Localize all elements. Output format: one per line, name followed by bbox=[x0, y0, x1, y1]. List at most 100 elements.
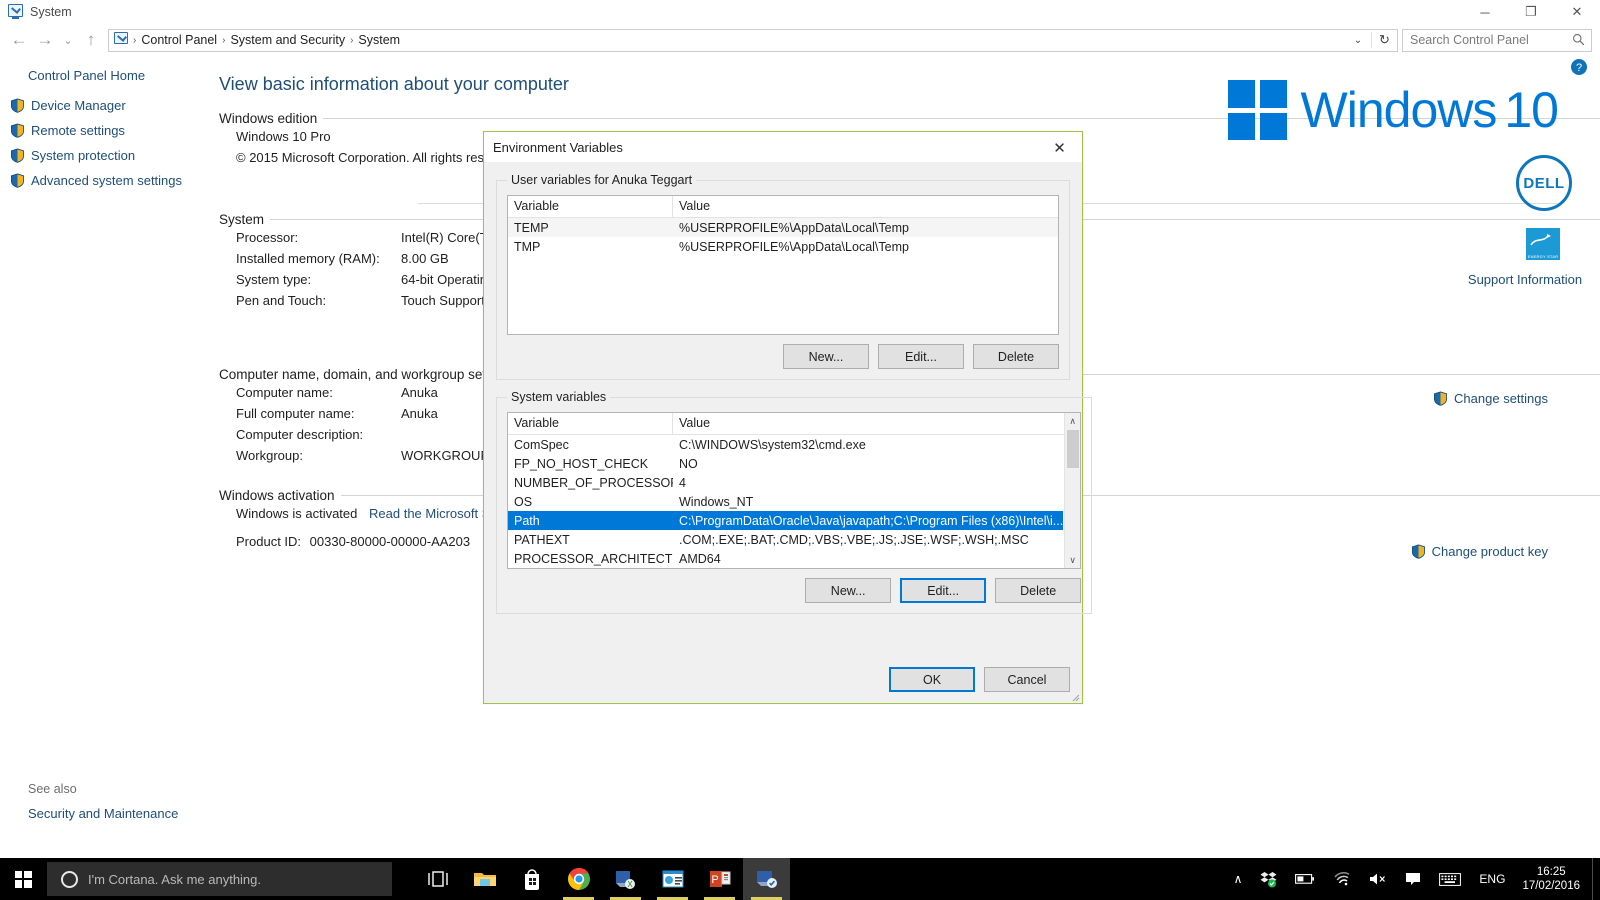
breadcrumb-item-control-panel[interactable]: Control Panel bbox=[137, 30, 221, 51]
excel-icon[interactable]: X bbox=[602, 858, 649, 900]
address-bar: ← → ⌄ ↑ › Control Panel › System and Sec… bbox=[0, 24, 1600, 56]
breadcrumb[interactable]: › Control Panel › System and Security › … bbox=[108, 28, 1398, 52]
table-row[interactable]: NUMBER_OF_PROCESSORS 4 bbox=[508, 473, 1063, 492]
section-title: Windows activation bbox=[219, 488, 335, 503]
column-header-variable[interactable]: Variable bbox=[508, 413, 673, 434]
change-settings-link[interactable]: Change settings bbox=[1433, 391, 1548, 406]
breadcrumb-monitor-icon bbox=[114, 32, 130, 48]
scroll-down-icon[interactable]: ∨ bbox=[1065, 552, 1080, 568]
navigation-buttons: ← → ⌄ ↑ bbox=[6, 27, 104, 53]
list-scrollbar[interactable]: ∧ ∨ bbox=[1064, 413, 1081, 568]
row-value: 8.00 GB bbox=[401, 251, 449, 266]
table-row[interactable]: OS Windows_NT bbox=[508, 492, 1063, 511]
ok-button[interactable]: OK bbox=[889, 667, 975, 692]
minimize-button[interactable]: ─ bbox=[1462, 0, 1508, 24]
show-desktop-button[interactable] bbox=[1592, 858, 1600, 900]
shield-icon bbox=[1411, 544, 1425, 559]
dialog-close-button[interactable]: ✕ bbox=[1037, 132, 1082, 163]
system-variables-list[interactable]: Variable Value ComSpec C:\WINDOWS\system… bbox=[507, 412, 1082, 569]
cell-value: NO bbox=[679, 456, 698, 471]
window-titlebar: System ─ ❐ ✕ bbox=[0, 0, 1600, 24]
wifi-icon[interactable] bbox=[1324, 858, 1360, 900]
clock-time: 16:25 bbox=[1536, 865, 1566, 878]
table-row-selected[interactable]: Path C:\ProgramData\Oracle\Java\javapath… bbox=[508, 511, 1064, 530]
start-button[interactable] bbox=[0, 858, 46, 900]
breadcrumb-actions: ⌄ ↻ bbox=[1345, 30, 1397, 51]
scrollbar-thumb[interactable] bbox=[1067, 430, 1080, 468]
sidebar-item-advanced-system-settings[interactable]: Advanced system settings bbox=[0, 168, 210, 193]
system-properties-icon[interactable] bbox=[743, 858, 790, 900]
column-header-variable[interactable]: Variable bbox=[508, 196, 673, 217]
activation-status: Windows is activated bbox=[236, 506, 358, 521]
clock[interactable]: 16:25 17/02/2016 bbox=[1514, 858, 1592, 900]
system-delete-button[interactable]: Delete bbox=[995, 578, 1082, 603]
sidebar-item-remote-settings[interactable]: Remote settings bbox=[0, 118, 210, 143]
product-id-value: 00330-80000-00000-AA203 bbox=[309, 534, 471, 549]
list-header: Variable Value bbox=[508, 413, 1081, 435]
system-monitor-icon bbox=[8, 4, 24, 20]
breadcrumb-item-system-and-security[interactable]: System and Security bbox=[226, 30, 349, 51]
cell-variable: PATHEXT bbox=[514, 532, 570, 547]
system-new-button[interactable]: New... bbox=[805, 578, 892, 603]
refresh-icon[interactable]: ↻ bbox=[1371, 32, 1397, 48]
user-variables-list[interactable]: Variable Value TEMP %USERPROFILE%\AppDat… bbox=[507, 195, 1059, 335]
sidebar-item-control-panel-home[interactable]: Control Panel Home bbox=[0, 62, 210, 83]
volume-muted-icon[interactable] bbox=[1360, 858, 1396, 900]
user-variables-group: User variables for Anuka Teggart Variabl… bbox=[496, 173, 1070, 380]
svg-text:X: X bbox=[627, 880, 633, 889]
up-button[interactable]: ↑ bbox=[78, 27, 104, 53]
sidebar-item-device-manager[interactable]: Device Manager bbox=[0, 93, 210, 118]
dropbox-icon[interactable] bbox=[1251, 858, 1286, 900]
touch-keyboard-icon[interactable] bbox=[1430, 858, 1470, 900]
column-header-value[interactable]: Value bbox=[673, 413, 1080, 434]
cell-variable: PROCESSOR_ARCHITECTURE bbox=[514, 551, 673, 566]
cell-value: Windows_NT bbox=[679, 494, 754, 509]
sidebar-item-system-protection[interactable]: System protection bbox=[0, 143, 210, 168]
table-row[interactable]: TEMP %USERPROFILE%\AppData\Local\Temp bbox=[508, 218, 1058, 237]
row-label: Installed memory (RAM): bbox=[236, 251, 380, 266]
search-box[interactable] bbox=[1402, 28, 1592, 52]
resize-grip-icon[interactable] bbox=[1070, 692, 1080, 702]
cancel-button[interactable]: Cancel bbox=[984, 667, 1070, 692]
table-row[interactable]: TMP %USERPROFILE%\AppData\Local\Temp bbox=[508, 237, 1058, 256]
user-new-button[interactable]: New... bbox=[783, 344, 869, 369]
search-input[interactable] bbox=[1403, 29, 1591, 51]
breadcrumb-item-system[interactable]: System bbox=[354, 30, 404, 51]
dialog-body: User variables for Anuka Teggart Variabl… bbox=[484, 163, 1093, 704]
see-also-security-and-maintenance-link[interactable]: Security and Maintenance bbox=[28, 806, 178, 821]
microsoft-store-icon[interactable] bbox=[508, 858, 555, 900]
table-row[interactable]: ComSpec C:\WINDOWS\system32\cmd.exe bbox=[508, 435, 1063, 454]
window-title: System bbox=[30, 5, 72, 19]
forward-button[interactable]: → bbox=[32, 27, 58, 53]
recent-locations-button[interactable]: ⌄ bbox=[58, 27, 78, 53]
show-hidden-icons-button[interactable]: ∧ bbox=[1225, 858, 1252, 900]
task-view-icon[interactable] bbox=[414, 858, 461, 900]
table-row[interactable]: FP_NO_HOST_CHECK NO bbox=[508, 454, 1063, 473]
chevron-down-icon[interactable]: ⌄ bbox=[1345, 35, 1371, 46]
powerpoint-icon[interactable]: P bbox=[696, 858, 743, 900]
maximize-button[interactable]: ❐ bbox=[1508, 0, 1554, 24]
table-row[interactable]: PATHEXT .COM;.EXE;.BAT;.CMD;.VBS;.VBE;.J… bbox=[508, 530, 1063, 549]
cell-variable: Path bbox=[514, 513, 540, 528]
battery-icon[interactable] bbox=[1286, 858, 1324, 900]
column-header-value[interactable]: Value bbox=[673, 196, 1058, 217]
google-chrome-icon[interactable] bbox=[555, 858, 602, 900]
change-product-key-link[interactable]: Change product key bbox=[1411, 544, 1548, 559]
taskbar-apps: X P bbox=[414, 858, 790, 900]
user-edit-button[interactable]: Edit... bbox=[878, 344, 964, 369]
cortana-search-box[interactable]: I'm Cortana. Ask me anything. bbox=[47, 862, 392, 896]
svg-text:P: P bbox=[711, 874, 718, 886]
file-explorer-icon[interactable] bbox=[461, 858, 508, 900]
system-edit-button[interactable]: Edit... bbox=[900, 578, 987, 603]
back-button[interactable]: ← bbox=[6, 27, 32, 53]
cortana-icon bbox=[61, 870, 78, 888]
action-center-icon[interactable] bbox=[1396, 858, 1430, 900]
table-row[interactable]: PROCESSOR_ARCHITECTURE AMD64 bbox=[508, 549, 1063, 568]
row-label: Computer description: bbox=[236, 427, 364, 442]
language-indicator[interactable]: ENG bbox=[1470, 858, 1514, 900]
scroll-up-icon[interactable]: ∧ bbox=[1065, 413, 1080, 429]
support-information-link[interactable]: Support Information bbox=[1450, 272, 1600, 287]
publisher-icon[interactable] bbox=[649, 858, 696, 900]
user-delete-button[interactable]: Delete bbox=[973, 344, 1059, 369]
close-button[interactable]: ✕ bbox=[1554, 0, 1600, 24]
